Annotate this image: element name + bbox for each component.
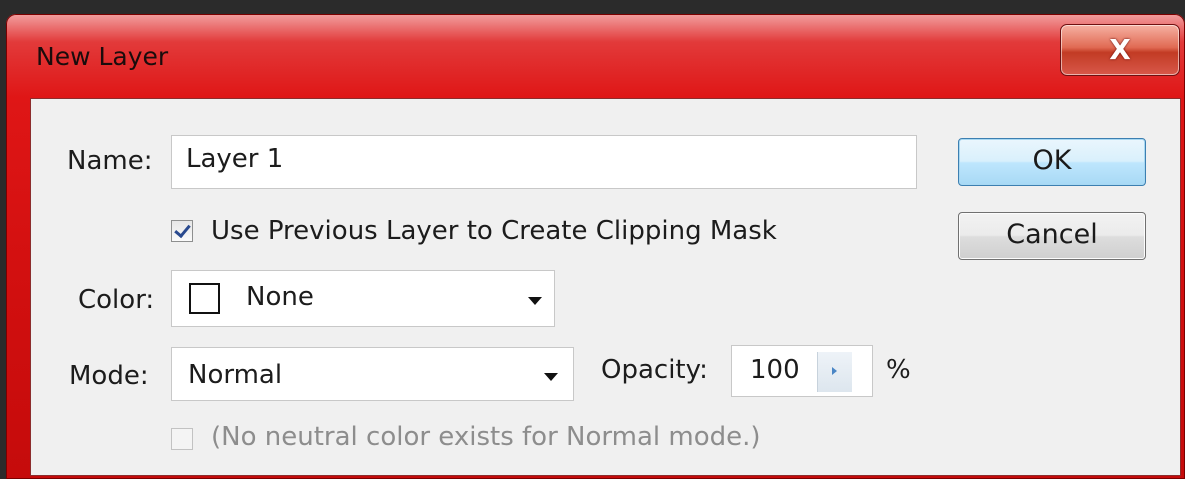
clipping-mask-label: Use Previous Layer to Create Clipping Ma… [211,216,777,246]
name-input[interactable]: Layer 1 [171,135,917,189]
chevron-down-icon [528,297,542,305]
dialog-title: New Layer [36,42,169,71]
opacity-label: Opacity: [601,355,708,385]
opacity-input-value: 100 [750,355,800,385]
chevron-right-icon[interactable] [817,352,852,392]
neutral-color-label: (No neutral color exists for Normal mode… [211,422,761,452]
opacity-unit: % [886,355,911,385]
name-label: Name: [67,146,153,176]
close-icon: X [1109,33,1131,66]
ok-button[interactable]: OK [958,138,1146,186]
color-select[interactable]: None [171,270,555,327]
cancel-button[interactable]: Cancel [958,212,1146,260]
clipping-mask-checkbox[interactable] [171,220,193,242]
color-label: Color: [78,285,155,315]
new-layer-dialog: New Layer X Name: Layer 1 Use Previous L… [6,14,1185,479]
mode-label: Mode: [69,361,149,391]
color-swatch-icon [189,283,220,314]
color-select-value: None [246,282,314,312]
chevron-down-icon [544,373,558,381]
name-input-value: Layer 1 [186,144,284,174]
dialog-body: Name: Layer 1 Use Previous Layer to Crea… [30,98,1181,476]
opacity-input[interactable]: 100 [731,345,873,397]
mode-select-value: Normal [188,360,283,390]
mode-select[interactable]: Normal [171,347,574,401]
close-button[interactable]: X [1060,24,1180,76]
neutral-color-checkbox [171,428,193,450]
